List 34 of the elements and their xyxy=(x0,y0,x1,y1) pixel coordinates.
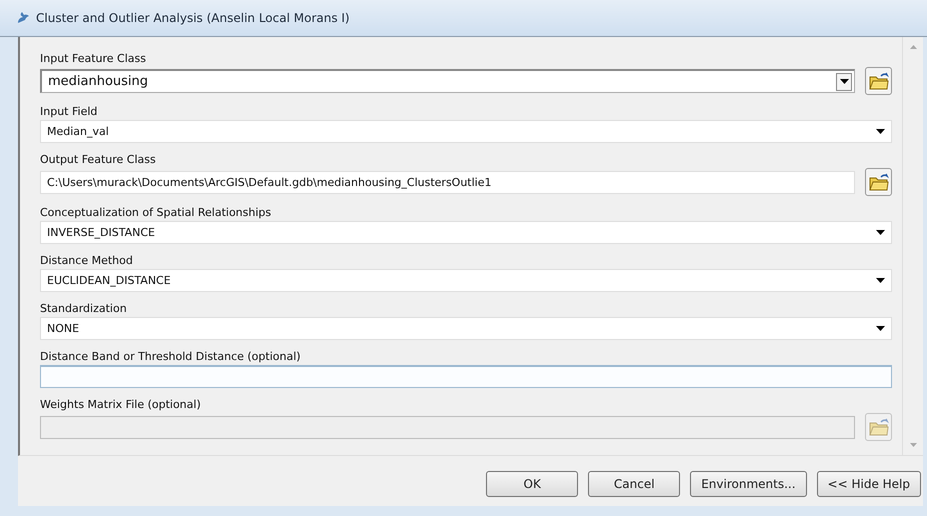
dialog-button[interactable]: Cancel xyxy=(588,471,680,497)
field-label: Output Feature Class xyxy=(40,152,157,167)
field-label: Distance Method xyxy=(40,253,134,268)
dropdown-arrow-icon xyxy=(876,326,885,331)
browse-button[interactable] xyxy=(865,168,892,196)
field-label: Weights Matrix File (optional) xyxy=(40,397,202,412)
dialog-button[interactable]: Environments... xyxy=(690,471,807,497)
scroll-down-icon xyxy=(910,443,916,447)
field-label: Conceptualization of Spatial Relationships xyxy=(40,205,272,220)
dropdown-arrow-icon xyxy=(876,230,885,235)
scroll-up-icon xyxy=(910,45,916,49)
dropdown-button[interactable] xyxy=(836,72,852,90)
dropdown-field[interactable]: INVERSE_DISTANCE xyxy=(40,221,892,244)
dropdown-field[interactable]: Median_val xyxy=(40,120,892,143)
combo-field[interactable]: medianhousing xyxy=(40,69,855,93)
dropdown-arrow-icon xyxy=(840,79,848,84)
field-label: Input Feature Class xyxy=(40,51,147,66)
field-label: Input Field xyxy=(40,104,98,119)
dropdown-arrow-icon xyxy=(876,129,885,134)
dropdown-field[interactable]: EUCLIDEAN_DISTANCE xyxy=(40,269,892,292)
dialog-button[interactable]: << Hide Help xyxy=(816,471,921,497)
input-field[interactable] xyxy=(40,365,892,388)
folder-icon xyxy=(868,173,888,191)
browse-button[interactable] xyxy=(865,67,892,95)
field-label: Standardization xyxy=(40,301,128,316)
window-title: Cluster and Outlier Analysis (Anselin Local Morans I) xyxy=(36,11,350,25)
tool-icon xyxy=(16,11,30,25)
input-field[interactable]: C:\Users\murack\Documents\ArcGIS\Default.gdb\medianhousing_ClustersOutlie1 xyxy=(40,170,855,194)
folder-icon xyxy=(868,72,888,90)
field-label: Distance Band or Threshold Distance (optional) xyxy=(40,349,302,364)
dropdown-field[interactable]: NONE xyxy=(40,317,892,340)
folder-icon xyxy=(868,418,888,436)
dropdown-arrow-icon xyxy=(876,278,885,283)
dialog-button[interactable]: OK xyxy=(486,471,578,497)
